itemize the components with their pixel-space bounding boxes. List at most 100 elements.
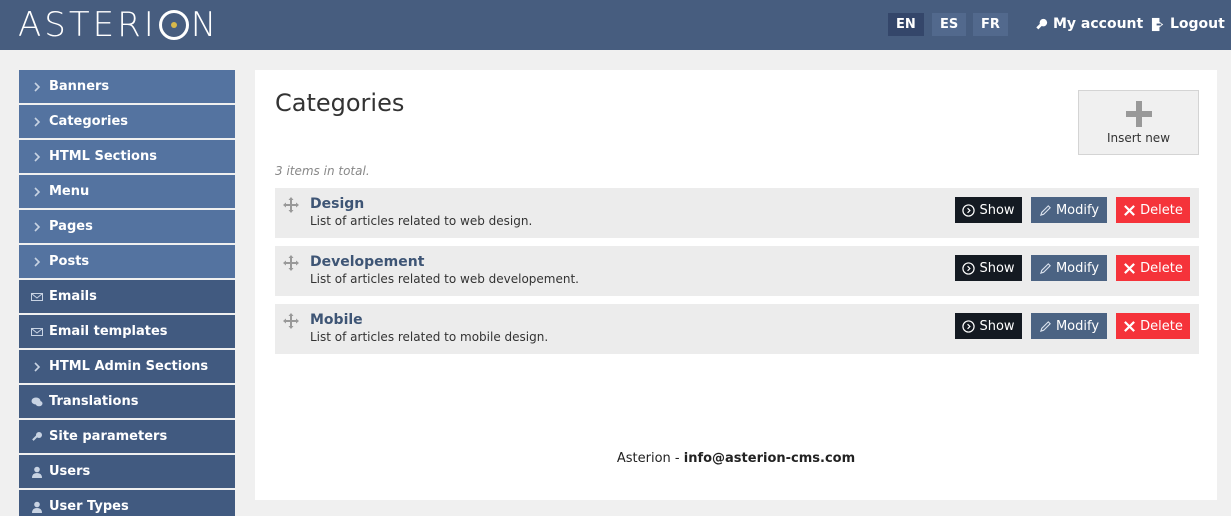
user-icon: [30, 500, 44, 514]
sidebar-item-translations[interactable]: Translations: [19, 385, 235, 418]
list-item: Design List of articles related to web d…: [275, 188, 1199, 238]
modify-button[interactable]: Modify: [1031, 313, 1107, 339]
delete-label: Delete: [1140, 260, 1183, 276]
sidebar-item-menu[interactable]: Menu: [19, 175, 235, 208]
sidebar-item-label: Banners: [49, 79, 110, 94]
sidebar-item-label: HTML Sections: [49, 149, 157, 164]
show-button[interactable]: Show: [955, 313, 1022, 339]
modify-button[interactable]: Modify: [1031, 255, 1107, 281]
delete-button[interactable]: Delete: [1116, 255, 1190, 281]
sidebar-item-label: Translations: [49, 394, 139, 409]
delete-button[interactable]: Delete: [1116, 197, 1190, 223]
item-description: List of articles related to mobile desig…: [310, 330, 549, 344]
lang-es-button[interactable]: ES: [932, 13, 967, 36]
asterion-logo[interactable]: ASTERI N: [18, 5, 220, 45]
sidebar-item-label: Posts: [49, 254, 90, 269]
chevron-right-icon: [30, 80, 44, 94]
sidebar-item-pages[interactable]: Pages: [19, 210, 235, 243]
move-icon[interactable]: [283, 313, 299, 329]
key-icon: [30, 430, 44, 444]
show-button[interactable]: Show: [955, 255, 1022, 281]
envelope-icon: [30, 290, 44, 304]
chevron-right-icon: [30, 115, 44, 129]
show-button[interactable]: Show: [955, 197, 1022, 223]
logout-link[interactable]: Logout: [1151, 16, 1225, 32]
pencil-icon: [1039, 204, 1051, 216]
footer-email-link[interactable]: info@asterion-cms.com: [684, 451, 855, 466]
logo-text-end: N: [190, 5, 220, 45]
sidebar-item-emails[interactable]: Emails: [19, 280, 235, 313]
modify-label: Modify: [1055, 202, 1100, 218]
pencil-icon: [1039, 320, 1051, 332]
footer: Asterion - info@asterion-cms.com: [255, 451, 1217, 466]
sidebar-item-label: Site parameters: [49, 429, 168, 444]
close-icon: [1124, 320, 1136, 332]
close-icon: [1124, 262, 1136, 274]
circle-arrow-icon: [962, 319, 976, 333]
top-bar: ASTERI N EN ES FR My account Logout: [0, 0, 1231, 50]
sidebar-item-site-parameters[interactable]: Site parameters: [19, 420, 235, 453]
sidebar-item-label: Emails: [49, 289, 97, 304]
insert-new-button[interactable]: Insert new: [1078, 90, 1199, 155]
modify-label: Modify: [1055, 318, 1100, 334]
delete-label: Delete: [1140, 318, 1183, 334]
footer-brand: Asterion -: [616, 451, 684, 466]
sidebar-item-banners[interactable]: Banners: [19, 70, 235, 103]
key-icon: [1036, 18, 1048, 29]
chevron-right-icon: [30, 255, 44, 269]
close-icon: [1124, 204, 1136, 216]
move-icon[interactable]: [283, 255, 299, 271]
modify-button[interactable]: Modify: [1031, 197, 1107, 223]
pencil-icon: [1039, 262, 1051, 274]
sidebar-item-email-templates[interactable]: Email templates: [19, 315, 235, 348]
envelope-icon: [30, 325, 44, 339]
circle-arrow-icon: [962, 261, 976, 275]
plus-icon: [1125, 101, 1152, 127]
sidebar-item-label: Email templates: [49, 324, 168, 339]
item-name[interactable]: Developement: [310, 254, 424, 270]
chevron-right-icon: [30, 150, 44, 164]
chevron-right-icon: [30, 185, 44, 199]
circle-arrow-icon: [962, 203, 976, 217]
my-account-link[interactable]: My account: [1034, 16, 1143, 32]
item-name[interactable]: Design: [310, 196, 364, 212]
sidebar-item-users[interactable]: Users: [19, 455, 235, 488]
chevron-right-icon: [30, 360, 44, 374]
page-title: Categories: [275, 89, 405, 117]
sidebar-item-label: HTML Admin Sections: [49, 359, 209, 374]
show-label: Show: [979, 260, 1015, 276]
sidebar-item-label: Categories: [49, 114, 129, 129]
delete-button[interactable]: Delete: [1116, 313, 1190, 339]
lang-en-button[interactable]: EN: [888, 13, 924, 36]
list-item: Developement List of articles related to…: [275, 246, 1199, 296]
sidebar-item-categories[interactable]: Categories: [19, 105, 235, 138]
speech-bubbles-icon: [30, 395, 44, 409]
item-name[interactable]: Mobile: [310, 312, 363, 328]
total-count: 3 items in total.: [275, 164, 370, 178]
sidebar-item-user-types[interactable]: User Types: [19, 490, 235, 516]
sidebar-item-label: Pages: [49, 219, 93, 234]
insert-new-label: Insert new: [1106, 131, 1171, 145]
modify-label: Modify: [1055, 260, 1100, 276]
move-icon[interactable]: [283, 197, 299, 213]
user-icon: [30, 465, 44, 479]
sidebar-item-label: User Types: [49, 499, 129, 514]
logo-o-ring: [158, 10, 189, 40]
sidebar-item-html-sections[interactable]: HTML Sections: [19, 140, 235, 173]
main-panel: Categories Insert new 3 items in total. …: [255, 70, 1217, 500]
sidebar: Banners Categories HTML Sections Menu Pa…: [19, 70, 235, 516]
sidebar-item-html-admin-sections[interactable]: HTML Admin Sections: [19, 350, 235, 383]
logo-text-start: ASTERI: [18, 5, 157, 45]
my-account-label: My account: [1053, 16, 1144, 32]
logout-icon: [1151, 17, 1164, 31]
item-description: List of articles related to web develope…: [310, 272, 579, 286]
show-label: Show: [979, 318, 1015, 334]
logout-label: Logout: [1170, 16, 1225, 32]
sidebar-item-label: Users: [49, 464, 91, 479]
delete-label: Delete: [1140, 202, 1183, 218]
sidebar-item-posts[interactable]: Posts: [19, 245, 235, 278]
list-item: Mobile List of articles related to mobil…: [275, 304, 1199, 354]
chevron-right-icon: [30, 220, 44, 234]
lang-fr-button[interactable]: FR: [973, 13, 1008, 36]
show-label: Show: [979, 202, 1015, 218]
